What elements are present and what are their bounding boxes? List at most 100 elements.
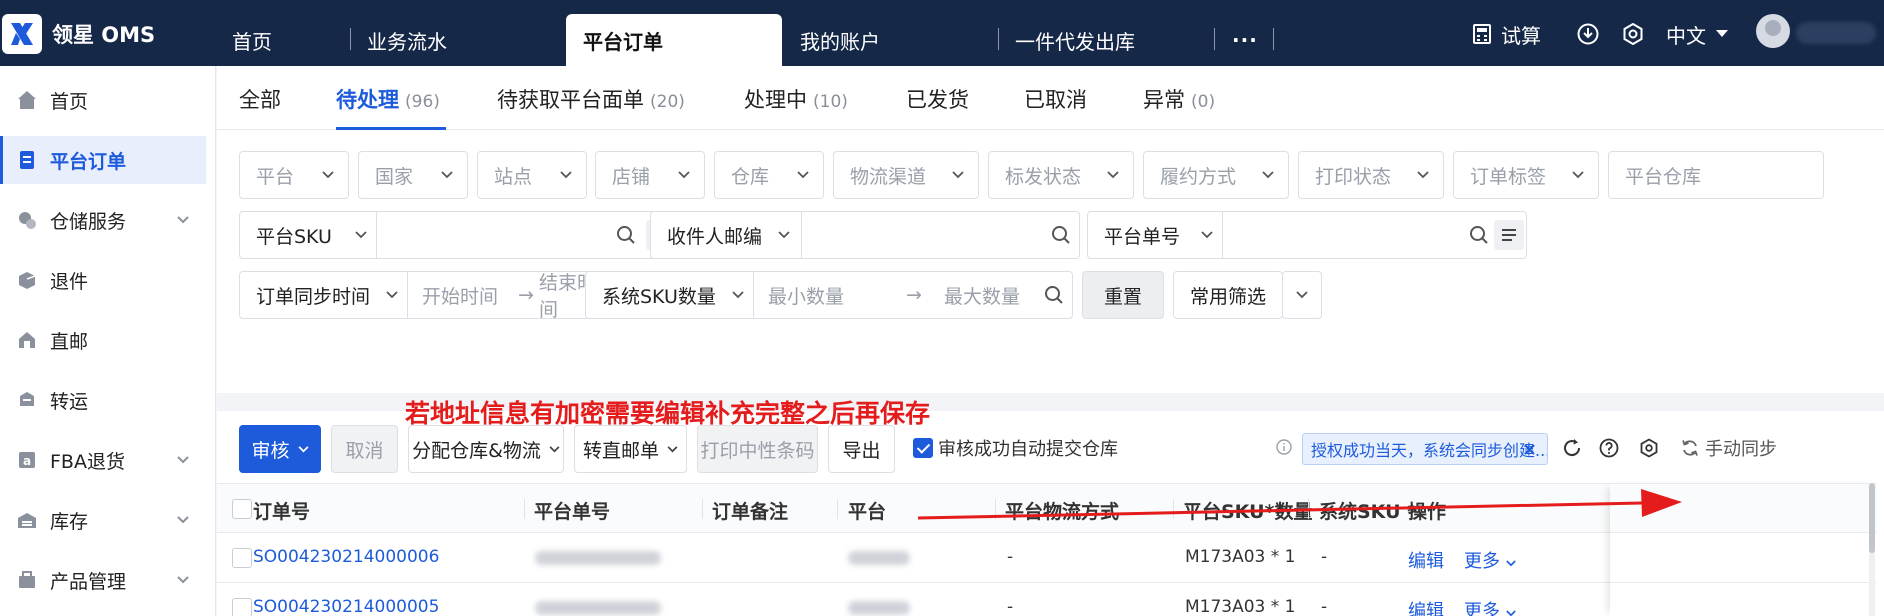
order-sync-time-filter[interactable]: 订单同步时间 开始时间 → 结束时间 — [239, 271, 615, 321]
order-no-type-select[interactable]: 平台单号 — [1104, 222, 1180, 249]
sidebar-item-product-management[interactable]: 产品管理 — [0, 556, 216, 604]
column-header-order-remark[interactable]: 订单备注 — [712, 497, 788, 524]
batch-input-button[interactable] — [1494, 220, 1524, 250]
row-checkbox[interactable] — [232, 548, 252, 568]
manual-sync-button[interactable]: 手动同步 — [1681, 435, 1777, 461]
column-header-platform-order-no[interactable]: 平台单号 — [534, 497, 610, 524]
start-time-input[interactable]: 开始时间 — [422, 282, 498, 309]
email-type-select[interactable]: 收件人邮编 — [667, 222, 762, 249]
tab-awaiting-platform-label[interactable]: 待获取平台面单 (20) — [497, 84, 685, 112]
edit-link[interactable]: 编辑 — [1408, 547, 1444, 573]
country-select[interactable]: 国家 — [358, 151, 468, 199]
site-select[interactable]: 站点 — [477, 151, 587, 199]
sidebar-item-fba-returns[interactable]: a FBA退货 — [0, 436, 216, 484]
mark-shipped-status-select[interactable]: 标发状态 — [988, 151, 1134, 199]
min-qty-input[interactable]: 最小数量 — [768, 282, 844, 309]
column-header-platform[interactable]: 平台 — [848, 497, 886, 524]
app-logo[interactable]: 领星 OMS — [0, 14, 160, 54]
sidebar-item-transship[interactable]: 转运 — [0, 376, 216, 424]
platform-order-no-search[interactable]: 平台单号 — [1087, 211, 1527, 259]
print-status-select[interactable]: 打印状态 — [1298, 151, 1444, 199]
sidebar-item-label: 仓储服务 — [50, 210, 127, 233]
nav-divider — [350, 28, 351, 50]
column-header-platform-logistics[interactable]: 平台物流方式 — [1005, 497, 1119, 524]
field-divider — [1222, 212, 1223, 258]
qty-type-select[interactable]: 系统SKU数量 — [602, 282, 716, 309]
search-icon[interactable] — [1051, 225, 1071, 245]
recipient-email-search[interactable]: 收件人邮编 — [650, 211, 1080, 259]
column-settings-icon[interactable] — [1639, 438, 1659, 458]
column-header-order-no[interactable]: 订单号 — [253, 497, 310, 524]
tab-shipped[interactable]: 已发货 — [906, 84, 969, 112]
sidebar-item-returns[interactable]: 退件 — [0, 256, 216, 304]
nav-tab-home[interactable]: 首页 — [232, 14, 272, 66]
row-checkbox[interactable] — [232, 598, 252, 616]
platform-warehouse-input[interactable]: 平台仓库 — [1608, 151, 1824, 199]
order-no-link[interactable]: SO004230214000006 — [253, 547, 439, 567]
actions-column-shadow — [1610, 483, 1877, 616]
help-icon[interactable] — [1599, 438, 1619, 458]
assign-warehouse-logistics-button[interactable]: 分配仓库&物流 — [408, 425, 564, 473]
audit-button[interactable]: 审核 — [239, 425, 321, 473]
select-all-checkbox[interactable] — [232, 499, 252, 519]
logistics-channel-select[interactable]: 物流渠道 — [833, 151, 979, 199]
search-icon[interactable] — [1044, 285, 1064, 305]
trial-calc-button[interactable]: 试算 — [1473, 16, 1541, 52]
refresh-icon[interactable] — [1562, 438, 1582, 458]
reset-button[interactable]: 重置 — [1082, 271, 1164, 319]
sidebar-item-direct-mail[interactable]: 直邮 — [0, 316, 216, 364]
user-avatar[interactable] — [1756, 14, 1790, 48]
system-sku-qty-filter[interactable]: 系统SKU数量 最小数量 → 最大数量 — [585, 271, 1073, 319]
print-label: 打印中性条码 — [700, 439, 815, 462]
common-filter-button[interactable]: 常用筛选 — [1173, 271, 1283, 319]
order-no-link[interactable]: SO004230214000005 — [253, 597, 439, 616]
nav-tab-platform-orders[interactable]: 平台订单 — [566, 14, 782, 66]
sku-type-select[interactable]: 平台SKU — [256, 222, 332, 249]
sidebar-item-platform-orders[interactable]: 平台订单 — [0, 136, 206, 184]
language-select[interactable]: 中文 — [1666, 16, 1728, 52]
max-qty-input[interactable]: 最大数量 — [944, 282, 1020, 309]
sidebar-item-home[interactable]: 首页 — [0, 76, 216, 124]
active-tab-indicator — [336, 127, 446, 130]
nav-divider — [998, 28, 999, 50]
common-filter-dropdown[interactable] — [1282, 271, 1322, 319]
platform-select[interactable]: 平台 — [239, 151, 349, 199]
column-header-platform-sku-qty[interactable]: 平台SKU*数量 — [1183, 497, 1312, 524]
search-icon[interactable] — [616, 225, 636, 245]
edit-link[interactable]: 编辑 — [1408, 597, 1444, 616]
auto-submit-checkbox[interactable] — [913, 438, 933, 458]
download-button[interactable] — [1577, 16, 1599, 52]
table-scrollbar-thumb[interactable] — [1869, 483, 1875, 553]
fulfillment-method-select[interactable]: 履约方式 — [1143, 151, 1289, 199]
settings-button[interactable] — [1622, 16, 1644, 52]
tab-cancelled[interactable]: 已取消 — [1024, 84, 1087, 112]
store-select[interactable]: 店铺 — [595, 151, 705, 199]
date-type-select[interactable]: 订单同步时间 — [256, 282, 370, 309]
chevron-down-icon — [678, 168, 692, 182]
order-tag-select[interactable]: 订单标签 — [1453, 151, 1599, 199]
platform-sku-search[interactable]: 平台SKU — [239, 211, 682, 259]
nav-tab-my-account[interactable]: 我的账户 — [800, 14, 880, 66]
close-icon[interactable] — [1524, 444, 1535, 455]
export-button[interactable]: 导出 — [828, 425, 895, 473]
nav-more-button[interactable]: ··· — [1232, 14, 1258, 66]
orders-table: 订单号 平台单号 订单备注 平台 平台物流方式 平台SKU*数量 系统SKU *… — [217, 483, 1884, 616]
warehouse-select[interactable]: 仓库 — [714, 151, 824, 199]
more-actions-link[interactable]: 更多 — [1464, 547, 1516, 573]
nav-tab-business-flow[interactable]: 业务流水 — [367, 14, 447, 66]
info-icon[interactable] — [1276, 439, 1292, 455]
sidebar-item-inventory[interactable]: 库存 — [0, 496, 216, 544]
print-neutral-barcode-button[interactable]: 打印中性条码 — [697, 425, 818, 473]
sidebar-item-warehouse-service[interactable]: 仓储服务 — [0, 196, 216, 244]
cancel-order-button[interactable]: 取消 — [331, 425, 398, 473]
tab-all[interactable]: 全部 — [239, 84, 281, 112]
convert-direct-mail-button[interactable]: 转直邮单 — [574, 425, 687, 473]
trial-calc-label: 试算 — [1501, 23, 1541, 48]
tab-processing[interactable]: 处理中 (10) — [744, 84, 848, 112]
more-actions-link[interactable]: 更多 — [1464, 597, 1516, 616]
tab-pending[interactable]: 待处理 (96) — [336, 84, 440, 112]
search-icon[interactable] — [1469, 225, 1489, 245]
nav-tab-dropship-outbound[interactable]: 一件代发出库 — [1015, 14, 1135, 66]
tab-exception[interactable]: 异常 (0) — [1143, 84, 1215, 112]
column-header-system-sku[interactable]: 系统SKU * — [1319, 497, 1417, 524]
